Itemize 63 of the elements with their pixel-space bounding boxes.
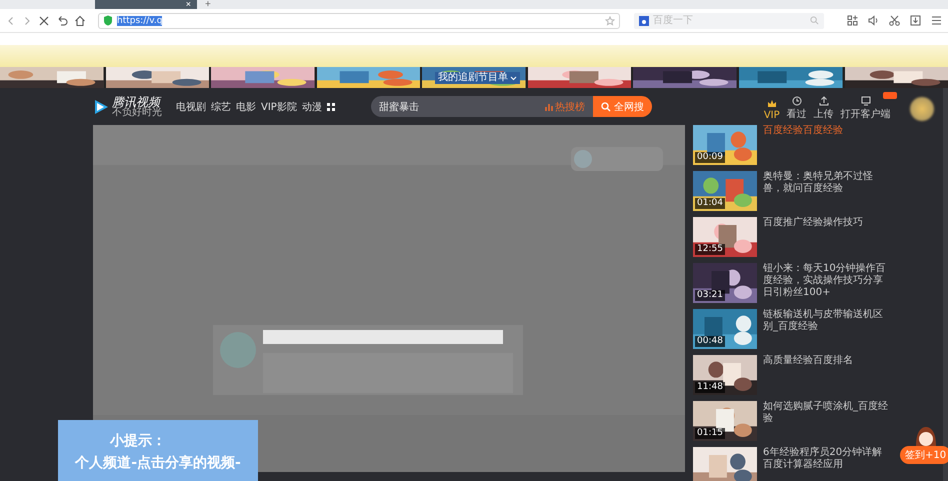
playlist-item[interactable]: 12:55 百度推广经验操作技巧 — [693, 217, 889, 257]
playlist-item[interactable]: 03:21 钮小来：每天10分钟操作百度经验，实战操作技巧分享日引粉丝100+ — [693, 263, 889, 303]
duration: 03:21 — [695, 290, 725, 301]
chevron-icon — [510, 76, 517, 80]
duration: 00:09 — [695, 152, 725, 163]
video-title: 百度经验百度经验 — [763, 125, 843, 137]
playlist-item[interactable]: 01:15 如何选购腻子喷涂机_百度经验 — [693, 401, 889, 441]
nav-link[interactable]: 综艺 — [211, 100, 231, 114]
avatar[interactable] — [910, 97, 934, 121]
playlist-item[interactable]: 6年经验程序员20分钟详解百度计算器经应用 — [693, 447, 889, 481]
playlist-item[interactable]: 01:04 奥特曼：奥特兄弟不过怪兽，就问百度经验 — [693, 171, 889, 211]
video-title: 6年经验程序员20分钟详解百度计算器经应用 — [763, 447, 884, 471]
search-icon — [600, 102, 611, 112]
nav-link[interactable]: 动漫 — [302, 100, 322, 114]
search-field[interactable]: 甜蜜暴击 热搜榜 — [370, 96, 593, 117]
tip-title: 小提示： — [110, 432, 166, 450]
duration: 12:55 — [695, 244, 725, 255]
scissors-icon[interactable] — [889, 15, 900, 26]
play-logo-icon — [93, 98, 109, 114]
tip-text: 个人频道-点击分享的视频- — [75, 454, 241, 472]
undo-icon[interactable] — [56, 14, 68, 26]
speaker-icon[interactable] — [868, 15, 879, 26]
duration: 11:48 — [695, 382, 725, 393]
download-icon[interactable] — [910, 15, 921, 26]
video-title: 链板输送机与皮带输送机区别_百度经验 — [763, 309, 884, 333]
header-action[interactable]: 打开客户端 — [840, 92, 897, 121]
bar-chart-icon — [544, 102, 553, 110]
duration: 00:48 — [695, 336, 725, 347]
clock-icon — [792, 96, 802, 106]
url-text: https://v.q — [117, 16, 162, 26]
video-title: 奥特曼：奥特兄弟不过怪兽，就问百度经验 — [763, 171, 874, 195]
nav-link[interactable]: 电影 — [236, 100, 256, 114]
new-tab-button[interactable]: + — [205, 0, 211, 9]
crown-icon — [766, 99, 777, 109]
nav-link[interactable]: 电视剧 — [176, 100, 206, 114]
address-field[interactable]: https://v.q — [98, 12, 620, 28]
playlist-item[interactable]: 00:48 链板输送机与皮带输送机区别_百度经验 — [693, 309, 889, 349]
upload-icon — [818, 96, 829, 106]
home-icon[interactable] — [74, 14, 86, 26]
video-title: 如何选购腻子喷涂机_百度经验 — [763, 401, 889, 425]
video-title: 百度推广经验操作技巧 — [763, 217, 863, 229]
duration: 01:04 — [695, 198, 725, 209]
header-action[interactable]: VIP — [764, 99, 780, 121]
playlist-menu-button[interactable]: 我的追剧节目单 — [435, 72, 520, 84]
duration: 01:15 — [695, 428, 725, 439]
header-action[interactable]: 看过 — [786, 96, 807, 121]
slogan: 不负好时光 — [112, 108, 162, 118]
menu-icon[interactable] — [931, 15, 942, 26]
video-title: 高质量经验百度排名 — [763, 355, 853, 367]
star-icon[interactable] — [605, 16, 615, 26]
monitor-icon — [860, 96, 871, 106]
apps-icon[interactable] — [847, 15, 858, 26]
video-title: 钮小来：每天10分钟操作百度经验，实战操作技巧分享日引粉丝100+ — [763, 263, 887, 299]
browser-tab[interactable]: × — [95, 0, 197, 9]
grid-icon[interactable] — [326, 102, 335, 110]
close-icon[interactable] — [38, 14, 50, 26]
shield-icon — [103, 15, 113, 26]
header-action[interactable]: 上传 — [814, 96, 834, 121]
new-badge — [882, 92, 897, 99]
playlist-item[interactable]: 00:09 百度经验百度经验 — [693, 125, 889, 165]
logo-text: 腾讯视频 — [112, 96, 162, 108]
playlist-item[interactable]: 11:48 高质量经验百度排名 — [693, 355, 889, 395]
nav-link[interactable]: VIP影院 — [261, 100, 297, 114]
